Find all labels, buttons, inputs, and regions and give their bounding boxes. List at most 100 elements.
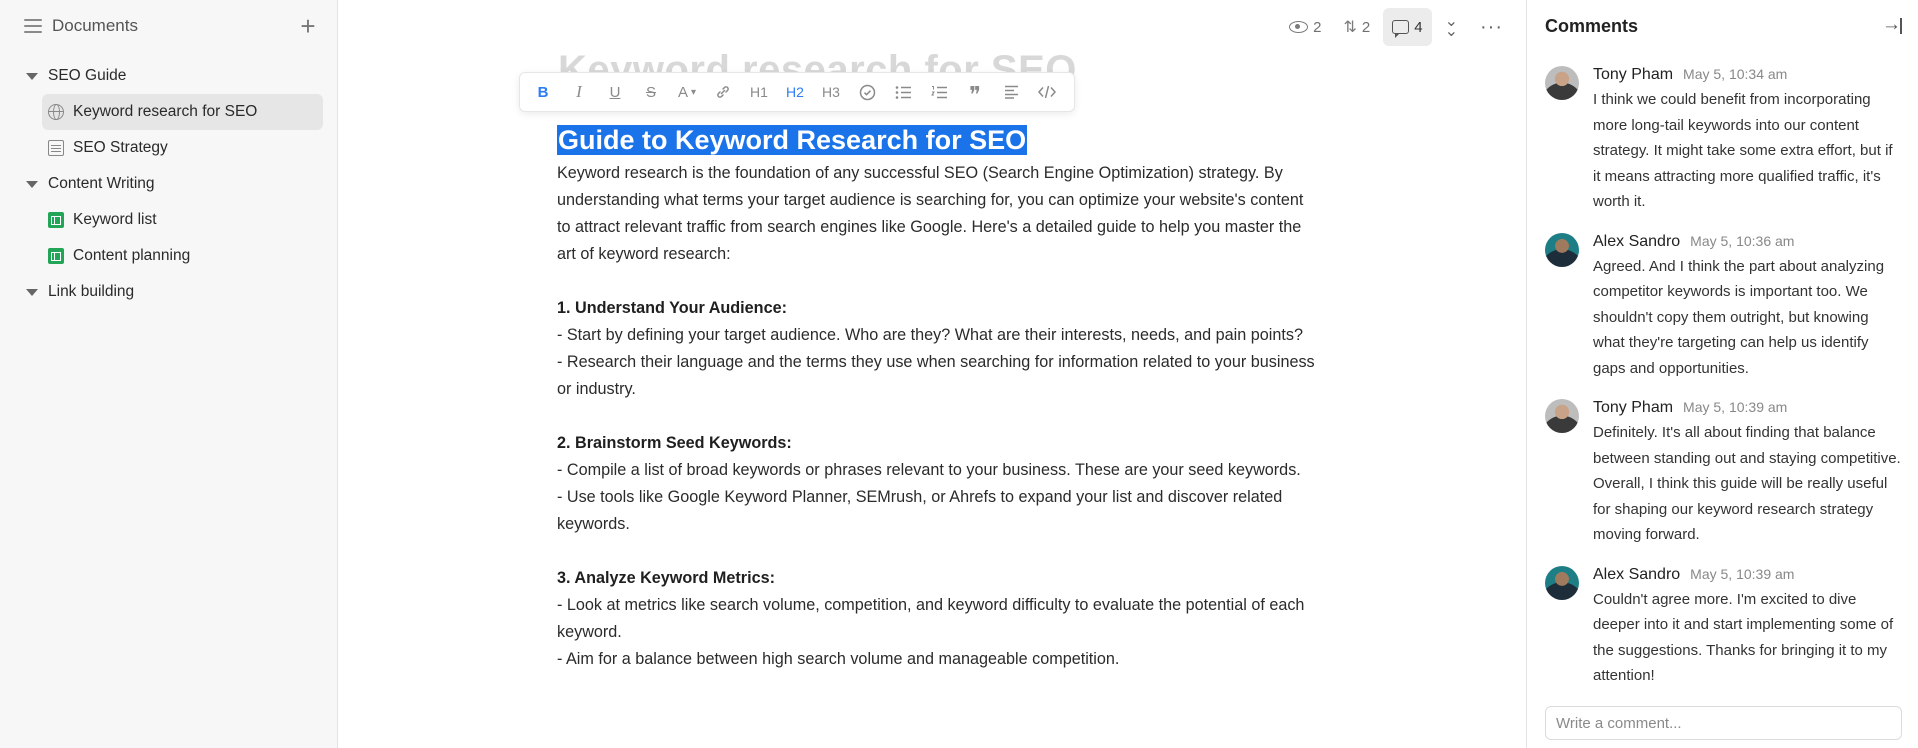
code-icon bbox=[1038, 85, 1056, 99]
changes-count: 2 bbox=[1361, 18, 1371, 36]
tree-item-seo-strategy[interactable]: SEO Strategy bbox=[42, 130, 323, 166]
h2-button[interactable]: H2 bbox=[778, 77, 812, 107]
section-title: 1. Understand Your Audience: bbox=[557, 299, 787, 317]
section-title: 2. Brainstorm Seed Keywords: bbox=[557, 434, 792, 452]
font-color-label: A bbox=[677, 83, 688, 101]
document-body[interactable]: Guide to Keyword Research for SEO Keywor… bbox=[557, 122, 1317, 673]
collapse-panel-icon[interactable] bbox=[1882, 14, 1902, 36]
plus-icon[interactable]: + bbox=[293, 13, 323, 39]
comment-text: Couldn't agree more. I'm excited to dive… bbox=[1593, 590, 1894, 685]
section-line: - Aim for a balance between high search … bbox=[557, 650, 1120, 668]
comment-item: Tony Pham May 5, 10:34 am I think we cou… bbox=[1545, 66, 1902, 215]
link-icon bbox=[717, 86, 729, 98]
comments-title: Comments bbox=[1545, 15, 1639, 36]
numbered-list-icon bbox=[930, 85, 947, 98]
check-circle-icon bbox=[859, 84, 875, 100]
comment-list: Tony Pham May 5, 10:34 am I think we cou… bbox=[1527, 52, 1918, 689]
caret-down-icon[interactable] bbox=[26, 288, 38, 296]
tree-group-seo-guide[interactable]: SEO Guide bbox=[0, 58, 337, 94]
eye-icon bbox=[1289, 21, 1309, 33]
section-line: - Compile a list of broad keywords or ph… bbox=[557, 461, 1301, 479]
quote-icon: ❞ bbox=[969, 82, 981, 107]
comment-item: Alex Sandro May 5, 10:36 am Agreed. And … bbox=[1545, 232, 1902, 382]
comment-author[interactable]: Tony Pham bbox=[1593, 399, 1673, 417]
avatar[interactable] bbox=[1545, 565, 1579, 600]
section-line: - Start by defining your target audience… bbox=[557, 326, 1303, 344]
tree-group-label: Link building bbox=[48, 283, 135, 300]
checklist-button[interactable] bbox=[850, 77, 884, 107]
comments-panel: Comments Tony Pham May 5, 10:34 am I thi… bbox=[1526, 0, 1918, 748]
more-icon: ··· bbox=[1480, 15, 1503, 38]
bullet-list-button[interactable] bbox=[886, 77, 920, 107]
selected-heading[interactable]: Guide to Keyword Research for SEO bbox=[557, 122, 1317, 158]
bullet-list-icon bbox=[895, 85, 911, 99]
h1-button[interactable]: H1 bbox=[742, 77, 776, 107]
h3-button[interactable]: H3 bbox=[814, 77, 848, 107]
heading-text: Guide to Keyword Research for SEO bbox=[557, 125, 1028, 155]
section-line: - Research their language and the terms … bbox=[557, 353, 1315, 398]
doc-icon bbox=[48, 140, 64, 156]
caret-down-icon[interactable] bbox=[26, 180, 38, 188]
tree-group-link-building[interactable]: Link building bbox=[0, 274, 337, 310]
more-button[interactable]: ··· bbox=[1471, 8, 1512, 46]
comment-author[interactable]: Tony Pham bbox=[1593, 66, 1673, 84]
comment-time: May 5, 10:39 am bbox=[1683, 399, 1788, 415]
italic-button[interactable]: I bbox=[562, 77, 596, 107]
comment-time: May 5, 10:39 am bbox=[1690, 565, 1795, 582]
top-toolbar: 2 ⇅ 2 4 ⌄ ⌄ ··· bbox=[1280, 8, 1512, 46]
comment-time: May 5, 10:36 am bbox=[1690, 232, 1795, 249]
comments-button[interactable]: 4 bbox=[1383, 8, 1432, 46]
views-count: 2 bbox=[1313, 18, 1322, 36]
bold-button[interactable]: B bbox=[526, 77, 560, 107]
align-button[interactable] bbox=[994, 77, 1028, 107]
quote-button[interactable]: ❞ bbox=[958, 77, 992, 107]
comments-header: Comments bbox=[1527, 0, 1918, 52]
sheet-icon bbox=[48, 212, 64, 228]
views-button[interactable]: 2 bbox=[1280, 8, 1330, 46]
comment-author[interactable]: Alex Sandro bbox=[1593, 566, 1680, 584]
tree-group-label: Content Writing bbox=[48, 175, 155, 192]
tree-item-label: SEO Strategy bbox=[73, 139, 168, 156]
tree-item-keyword-list[interactable]: Keyword list bbox=[42, 202, 323, 238]
tree-item-label: Keyword research for SEO bbox=[73, 103, 258, 120]
comments-count: 4 bbox=[1414, 18, 1423, 36]
tree-item-label: Content planning bbox=[73, 247, 191, 264]
document-tree: SEO Guide Keyword research for SEO SEO S… bbox=[0, 52, 337, 310]
avatar[interactable] bbox=[1545, 399, 1579, 433]
tree-group-label: SEO Guide bbox=[48, 67, 127, 84]
sheet-icon bbox=[48, 248, 64, 264]
tree-item-keyword-research[interactable]: Keyword research for SEO bbox=[42, 94, 323, 130]
menu-icon[interactable] bbox=[24, 19, 42, 33]
link-button[interactable] bbox=[706, 77, 740, 107]
globe-icon bbox=[48, 104, 64, 120]
sidebar-title: Documents bbox=[52, 16, 138, 35]
sort-arrows-icon: ⇅ bbox=[1343, 19, 1357, 36]
comment-icon bbox=[1392, 20, 1410, 38]
code-button[interactable] bbox=[1030, 77, 1064, 107]
comment-text: Definitely. It's all about finding that … bbox=[1593, 424, 1901, 543]
strikethrough-button[interactable]: S bbox=[634, 77, 668, 107]
underline-button[interactable]: U bbox=[598, 77, 632, 107]
intro-paragraph: Keyword research is the foundation of an… bbox=[557, 164, 1304, 263]
comment-text: I think we could benefit from incorporat… bbox=[1593, 91, 1893, 210]
expand-button[interactable]: ⌄ ⌄ bbox=[1436, 8, 1467, 46]
avatar[interactable] bbox=[1545, 232, 1579, 267]
double-chevron-down-icon: ⌄ ⌄ bbox=[1444, 13, 1459, 40]
chevron-down-icon: ▾ bbox=[690, 86, 697, 98]
comment-input[interactable] bbox=[1545, 706, 1902, 740]
comment-author[interactable]: Alex Sandro bbox=[1593, 233, 1680, 251]
comment-time: May 5, 10:34 am bbox=[1683, 66, 1788, 82]
section-line: - Use tools like Google Keyword Planner,… bbox=[557, 488, 1283, 533]
editor-area: 2 ⇅ 2 4 ⌄ ⌄ ··· Keyword research for SEO … bbox=[338, 0, 1526, 748]
caret-down-icon[interactable] bbox=[26, 72, 38, 80]
comment-item: Alex Sandro May 5, 10:39 am Couldn't agr… bbox=[1545, 565, 1902, 689]
numbered-list-button[interactable] bbox=[922, 77, 956, 107]
font-color-button[interactable]: A ▾ bbox=[670, 77, 704, 107]
changes-button[interactable]: ⇅ 2 bbox=[1335, 8, 1380, 46]
tree-item-content-planning[interactable]: Content planning bbox=[42, 238, 323, 274]
format-toolbar: B I U S A ▾ H1 H2 H3 ❞ bbox=[519, 72, 1075, 112]
comment-text: Agreed. And I think the part about analy… bbox=[1593, 257, 1885, 377]
tree-group-content-writing[interactable]: Content Writing bbox=[0, 166, 337, 202]
align-left-icon bbox=[1004, 85, 1018, 99]
avatar[interactable] bbox=[1545, 66, 1579, 100]
